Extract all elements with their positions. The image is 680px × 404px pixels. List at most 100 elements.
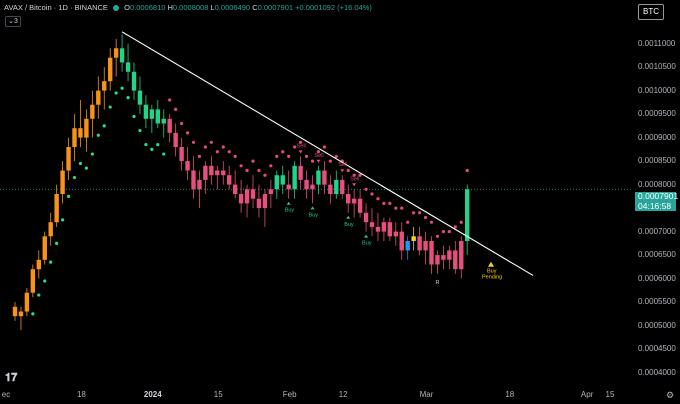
trend-dot bbox=[126, 96, 130, 100]
trend-dot bbox=[227, 150, 231, 154]
candle-body bbox=[173, 132, 178, 147]
candle-body bbox=[155, 109, 160, 124]
candle-body bbox=[12, 306, 18, 317]
y-tick-label: 0.0005500 bbox=[638, 297, 676, 307]
trend-dot bbox=[275, 154, 279, 158]
x-tick-label: 2024 bbox=[143, 390, 162, 399]
candle-body bbox=[161, 118, 166, 124]
trend-dot bbox=[304, 154, 309, 158]
buy-signal-label: Buy bbox=[362, 241, 372, 247]
trend-dot bbox=[406, 220, 410, 224]
trend-dot bbox=[322, 145, 326, 149]
x-tick-label: Feb bbox=[282, 390, 297, 399]
candle-body bbox=[18, 311, 24, 317]
candle-body bbox=[423, 241, 428, 251]
candle-body bbox=[453, 250, 458, 270]
trend-dot bbox=[459, 220, 463, 224]
indicator-count: 3 bbox=[13, 18, 18, 25]
trend-dot bbox=[66, 194, 71, 198]
x-tick-label: ec bbox=[1, 390, 11, 399]
candle-body bbox=[256, 198, 262, 209]
trend-dot bbox=[382, 201, 386, 205]
trend-dot bbox=[429, 220, 434, 224]
trend-dot bbox=[400, 206, 404, 210]
trend-dot bbox=[162, 152, 166, 156]
trend-dot bbox=[370, 192, 374, 196]
trend-dot bbox=[281, 150, 285, 154]
candle-body bbox=[334, 179, 339, 194]
trend-dot bbox=[394, 206, 398, 210]
trend-dot bbox=[114, 91, 118, 95]
buy-arrow-icon bbox=[310, 206, 315, 210]
trend-dot bbox=[31, 312, 35, 316]
sell-arrow-icon bbox=[352, 183, 357, 187]
trend-dot bbox=[412, 211, 416, 215]
trend-dot bbox=[108, 105, 112, 109]
x-tick-label: 15 bbox=[213, 390, 223, 399]
candle-body bbox=[72, 128, 77, 147]
candle-body bbox=[203, 165, 208, 180]
trend-dot bbox=[150, 147, 154, 151]
y-tick-label: 0.0006000 bbox=[638, 273, 676, 283]
candle-body bbox=[250, 189, 256, 199]
candle-body bbox=[340, 179, 345, 194]
trend-dot bbox=[310, 159, 315, 163]
pending-label: Pending bbox=[482, 275, 502, 281]
trend-dot bbox=[221, 145, 225, 149]
candle-body bbox=[167, 118, 172, 133]
time-axis[interactable]: ec 18 2024 15 Feb 12 Mar 18 Apr 15 bbox=[0, 388, 680, 404]
candle-body bbox=[227, 175, 232, 185]
trend-dot bbox=[269, 164, 273, 168]
candle-body bbox=[113, 48, 119, 58]
candle-body bbox=[441, 255, 446, 260]
candle-body bbox=[244, 189, 250, 204]
high-value: 0.0008008 bbox=[172, 3, 209, 12]
candle-body bbox=[351, 198, 357, 204]
trend-dot bbox=[144, 143, 148, 147]
candle-body bbox=[357, 198, 363, 213]
trend-dot bbox=[102, 124, 106, 128]
last-price-tag: 0.0007901 04:16:58 bbox=[635, 191, 678, 211]
candle-body bbox=[328, 184, 333, 194]
trend-dot bbox=[453, 225, 457, 229]
trend-dot bbox=[90, 152, 94, 156]
trend-dot bbox=[418, 211, 422, 215]
trend-dot bbox=[185, 131, 190, 135]
candle-body bbox=[197, 179, 202, 190]
candle-body bbox=[417, 236, 422, 251]
trend-dot bbox=[388, 201, 392, 205]
candle-body bbox=[447, 250, 452, 260]
trend-dot bbox=[233, 154, 237, 158]
trend-dot bbox=[251, 159, 255, 163]
trend-dot bbox=[96, 133, 100, 137]
candle-body bbox=[137, 90, 143, 105]
trend-dot bbox=[364, 187, 368, 191]
candle-body bbox=[238, 194, 244, 204]
trend-dot bbox=[197, 154, 202, 158]
symbol-title[interactable]: AVAX / Bitcoin · 1D · BINANCE bbox=[4, 3, 108, 12]
trend-dot bbox=[168, 98, 172, 102]
y-tick-label: 0.0009000 bbox=[638, 132, 676, 142]
candle-body bbox=[84, 118, 89, 138]
candle-body bbox=[316, 170, 321, 185]
candle-body bbox=[262, 194, 268, 209]
price-chart[interactable]: SellSellSellSellBuyBuyBuyBuyRBuyPending bbox=[0, 0, 631, 388]
candle-body bbox=[292, 165, 297, 190]
candle-body bbox=[78, 128, 83, 138]
gear-icon[interactable]: ⚙ bbox=[666, 390, 676, 400]
indicators-collapse-button[interactable]: ⌄3 bbox=[5, 16, 21, 27]
candle-body bbox=[179, 147, 184, 162]
candle-body bbox=[411, 236, 416, 241]
close-value: 0.0007901 bbox=[257, 3, 294, 12]
candle-body bbox=[310, 184, 315, 190]
candle-body bbox=[280, 175, 285, 185]
candle-body bbox=[90, 104, 95, 119]
candle-body bbox=[465, 189, 470, 241]
candle-body bbox=[125, 62, 131, 72]
y-tick-label: 0.0004500 bbox=[638, 344, 676, 354]
candle-body bbox=[268, 189, 274, 194]
trend-dot bbox=[191, 140, 196, 144]
trend-dot bbox=[447, 230, 451, 234]
trend-dot bbox=[55, 241, 59, 245]
trend-dot bbox=[245, 168, 249, 173]
